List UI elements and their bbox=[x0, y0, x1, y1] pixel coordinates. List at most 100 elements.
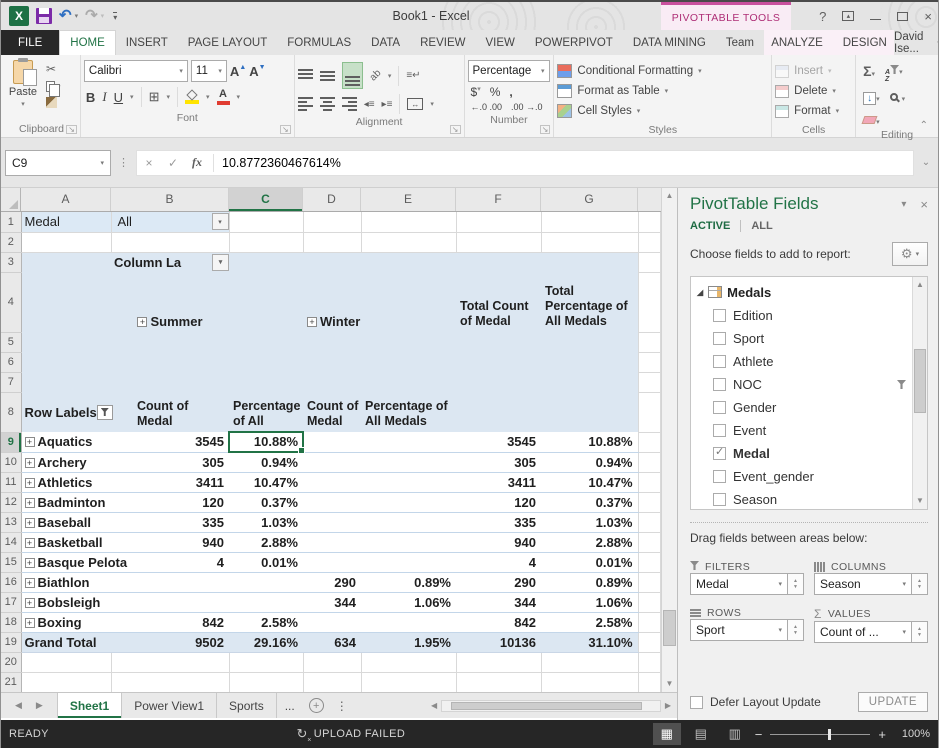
field-table-medals[interactable]: ◢Medals bbox=[691, 280, 912, 304]
expand-icon[interactable]: + bbox=[25, 437, 35, 447]
expand-icon[interactable]: + bbox=[25, 578, 35, 588]
tools-gear-button[interactable]: ⚙▾ bbox=[892, 242, 928, 266]
view-normal-button[interactable]: ▦ bbox=[653, 723, 681, 745]
field-list-scroll-up-icon[interactable]: ▲ bbox=[913, 277, 927, 293]
row-header-14[interactable]: 14 bbox=[1, 532, 21, 552]
account-user-name[interactable]: David Ise... bbox=[894, 31, 931, 55]
row-header-4[interactable]: 4 bbox=[1, 272, 21, 332]
cell-filler-9[interactable] bbox=[638, 432, 661, 452]
values-field-spinner[interactable]: ▲▼ bbox=[912, 621, 928, 643]
update-button[interactable]: UPDATE bbox=[858, 692, 928, 712]
columns-field-season[interactable]: Season▾ bbox=[814, 573, 912, 595]
horizontal-scroll-track[interactable] bbox=[441, 700, 661, 712]
row-header-16[interactable]: 16 bbox=[1, 572, 21, 592]
scroll-left-icon[interactable]: ◀ bbox=[427, 701, 441, 710]
borders-dropdown-icon[interactable]: ▾ bbox=[166, 93, 170, 101]
expand-icon[interactable]: + bbox=[137, 317, 147, 327]
column-header-d[interactable]: D bbox=[303, 188, 361, 211]
cell-c18[interactable]: 2.58% bbox=[229, 612, 303, 632]
cell-e18[interactable] bbox=[361, 612, 456, 632]
field-item-event-gender[interactable]: Event_gender bbox=[691, 465, 912, 488]
cell-a20[interactable] bbox=[21, 652, 111, 672]
bold-button[interactable]: B bbox=[86, 90, 95, 105]
fill-color-dropdown-icon[interactable]: ▾ bbox=[206, 93, 210, 101]
cell-d8[interactable]: Count of Medal bbox=[303, 392, 361, 432]
accounting-format-button[interactable]: $▾ bbox=[471, 85, 481, 99]
cell-c20[interactable] bbox=[229, 652, 303, 672]
cell-e13[interactable] bbox=[361, 512, 456, 532]
font-name-select[interactable]: Calibri▾ bbox=[84, 60, 188, 82]
cell-f16[interactable]: 290 bbox=[456, 572, 541, 592]
cell-a5[interactable] bbox=[21, 332, 111, 352]
cell-c15[interactable]: 0.01% bbox=[229, 552, 303, 572]
cell-b17[interactable] bbox=[111, 592, 229, 612]
sheet-tab-overflow[interactable]: ... bbox=[277, 693, 303, 718]
cell-a2[interactable] bbox=[21, 232, 111, 252]
align-center-button[interactable] bbox=[320, 97, 335, 111]
orientation-button[interactable]: ab bbox=[367, 68, 383, 84]
cell-e20[interactable] bbox=[361, 652, 456, 672]
cell-b6[interactable] bbox=[111, 352, 229, 372]
view-page-layout-button[interactable]: ▤ bbox=[687, 723, 715, 745]
expand-icon[interactable]: + bbox=[25, 498, 35, 508]
cell-filler-4[interactable] bbox=[638, 272, 661, 332]
cell-f13[interactable]: 335 bbox=[456, 512, 541, 532]
row-header-17[interactable]: 17 bbox=[1, 592, 21, 612]
ribbon-tab-file[interactable]: FILE bbox=[1, 30, 59, 55]
field-item-season[interactable]: Season bbox=[691, 488, 912, 509]
cell-c6[interactable] bbox=[229, 352, 303, 372]
pane-close-icon[interactable]: × bbox=[920, 197, 928, 212]
cell-b13[interactable]: 335 bbox=[111, 512, 229, 532]
row-header-10[interactable]: 10 bbox=[1, 452, 21, 472]
font-dialog-launcher-icon[interactable]: ↘ bbox=[280, 125, 291, 134]
cell-f20[interactable] bbox=[456, 652, 541, 672]
select-all-corner[interactable] bbox=[1, 188, 21, 211]
cell-c4[interactable] bbox=[229, 272, 303, 332]
cancel-icon[interactable]: × bbox=[137, 156, 161, 170]
cell-d17[interactable]: 344 bbox=[303, 592, 361, 612]
cell-g2[interactable] bbox=[541, 232, 638, 252]
column-header-b[interactable]: B bbox=[111, 188, 229, 211]
cell-b18[interactable]: 842 bbox=[111, 612, 229, 632]
cell-filler-21[interactable] bbox=[638, 672, 661, 692]
cell-a6[interactable] bbox=[21, 352, 111, 372]
button-format-cells[interactable]: Format▾ bbox=[775, 101, 852, 121]
cell-e2[interactable] bbox=[361, 232, 456, 252]
cell-e4[interactable] bbox=[361, 272, 456, 332]
cell-f15[interactable]: 4 bbox=[456, 552, 541, 572]
field-list-scroll-down-icon[interactable]: ▼ bbox=[913, 493, 927, 509]
field-checkbox-athlete[interactable] bbox=[713, 355, 726, 368]
filters-field-medal[interactable]: Medal▾ bbox=[690, 573, 788, 595]
cell-d4[interactable]: +Winter bbox=[303, 272, 361, 332]
cell-f12[interactable]: 120 bbox=[456, 492, 541, 512]
cell-g1[interactable] bbox=[541, 212, 638, 232]
clipboard-dialog-launcher-icon[interactable]: ↘ bbox=[66, 125, 77, 134]
cell-filler-20[interactable] bbox=[638, 652, 661, 672]
merge-dropdown-icon[interactable]: ▾ bbox=[430, 100, 434, 108]
cell-c21[interactable] bbox=[229, 672, 303, 692]
grow-font-button[interactable]: A▲ bbox=[230, 64, 246, 79]
cut-button[interactable]: ✂ bbox=[46, 62, 61, 76]
percent-style-button[interactable]: % bbox=[490, 85, 501, 99]
row-header-21[interactable]: 21 bbox=[1, 672, 21, 692]
italic-button[interactable]: I bbox=[102, 89, 106, 105]
cell-f3[interactable] bbox=[456, 252, 541, 272]
cell-a17[interactable]: +Bobsleigh bbox=[21, 592, 111, 612]
expand-icon[interactable]: + bbox=[25, 538, 35, 548]
cell-d21[interactable] bbox=[303, 672, 361, 692]
cell-filler-1[interactable] bbox=[638, 212, 661, 232]
cell-d10[interactable] bbox=[303, 452, 361, 472]
ribbon-tab-view[interactable]: VIEW bbox=[475, 30, 524, 55]
cell-g21[interactable] bbox=[541, 672, 638, 692]
cell-d5[interactable] bbox=[303, 332, 361, 352]
copy-button[interactable]: ▾ bbox=[46, 81, 61, 92]
cell-c11[interactable]: 10.47% bbox=[229, 472, 303, 492]
cell-d20[interactable] bbox=[303, 652, 361, 672]
format-painter-button[interactable] bbox=[46, 97, 61, 108]
columns-field-spinner[interactable]: ▲▼ bbox=[912, 573, 928, 595]
cell-c9[interactable]: 10.88% bbox=[229, 432, 303, 452]
bottom-align-button[interactable] bbox=[342, 62, 363, 89]
cell-filler-11[interactable] bbox=[638, 472, 661, 492]
autosum-button[interactable]: Σ▾ bbox=[863, 63, 875, 81]
cell-a16[interactable]: +Biathlon bbox=[21, 572, 111, 592]
